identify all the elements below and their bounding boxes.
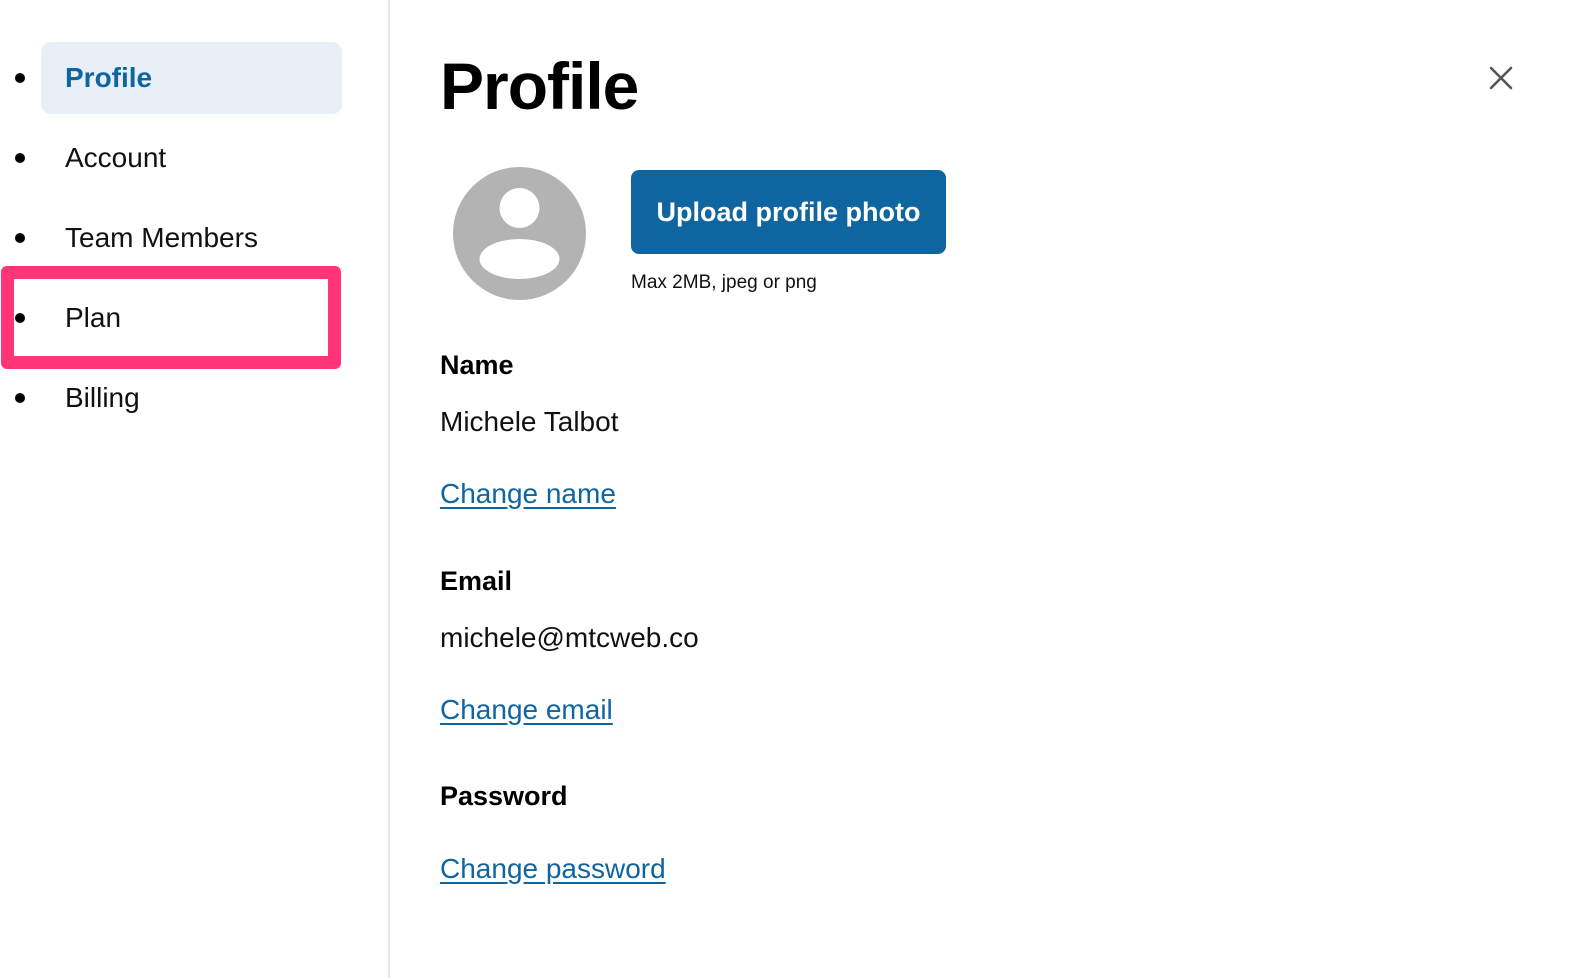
list-bullet bbox=[15, 233, 25, 243]
page-title: Profile bbox=[440, 49, 639, 123]
sidebar-link-profile[interactable]: Profile bbox=[41, 42, 342, 114]
user-avatar-icon bbox=[453, 167, 586, 300]
name-label: Name bbox=[440, 350, 514, 380]
sidebar-item-team-members: Team Members bbox=[0, 202, 390, 274]
change-password-link[interactable]: Change password bbox=[440, 853, 666, 885]
change-email-link[interactable]: Change email bbox=[440, 694, 613, 726]
list-bullet bbox=[15, 73, 25, 83]
settings-page: Profile Account Team Members Plan Billin… bbox=[0, 0, 1572, 978]
upload-hint: Max 2MB, jpeg or png bbox=[631, 272, 817, 293]
list-bullet bbox=[15, 393, 25, 403]
sidebar-link-account[interactable]: Account bbox=[41, 122, 342, 194]
profile-panel: Profile Upload profile photo Max 2MB, jp… bbox=[392, 0, 1572, 978]
list-bullet bbox=[15, 153, 25, 163]
sidebar-item-account: Account bbox=[0, 122, 390, 194]
sidebar-link-plan[interactable]: Plan bbox=[41, 282, 342, 354]
name-value: Michele Talbot bbox=[440, 406, 619, 437]
settings-sidebar: Profile Account Team Members Plan Billin… bbox=[0, 0, 390, 978]
email-value: michele@mtcweb.co bbox=[440, 622, 699, 653]
sidebar-item-billing: Billing bbox=[0, 362, 390, 434]
sidebar-link-team-members[interactable]: Team Members bbox=[41, 202, 342, 274]
sidebar-item-profile: Profile bbox=[0, 42, 390, 114]
upload-profile-photo-button[interactable]: Upload profile photo bbox=[631, 170, 946, 254]
email-label: Email bbox=[440, 566, 513, 596]
sidebar-link-billing[interactable]: Billing bbox=[41, 362, 342, 434]
password-label: Password bbox=[440, 781, 568, 811]
sidebar-item-plan: Plan bbox=[0, 282, 390, 354]
change-name-link[interactable]: Change name bbox=[440, 478, 616, 510]
list-bullet bbox=[15, 313, 25, 323]
close-icon[interactable] bbox=[1483, 60, 1519, 96]
